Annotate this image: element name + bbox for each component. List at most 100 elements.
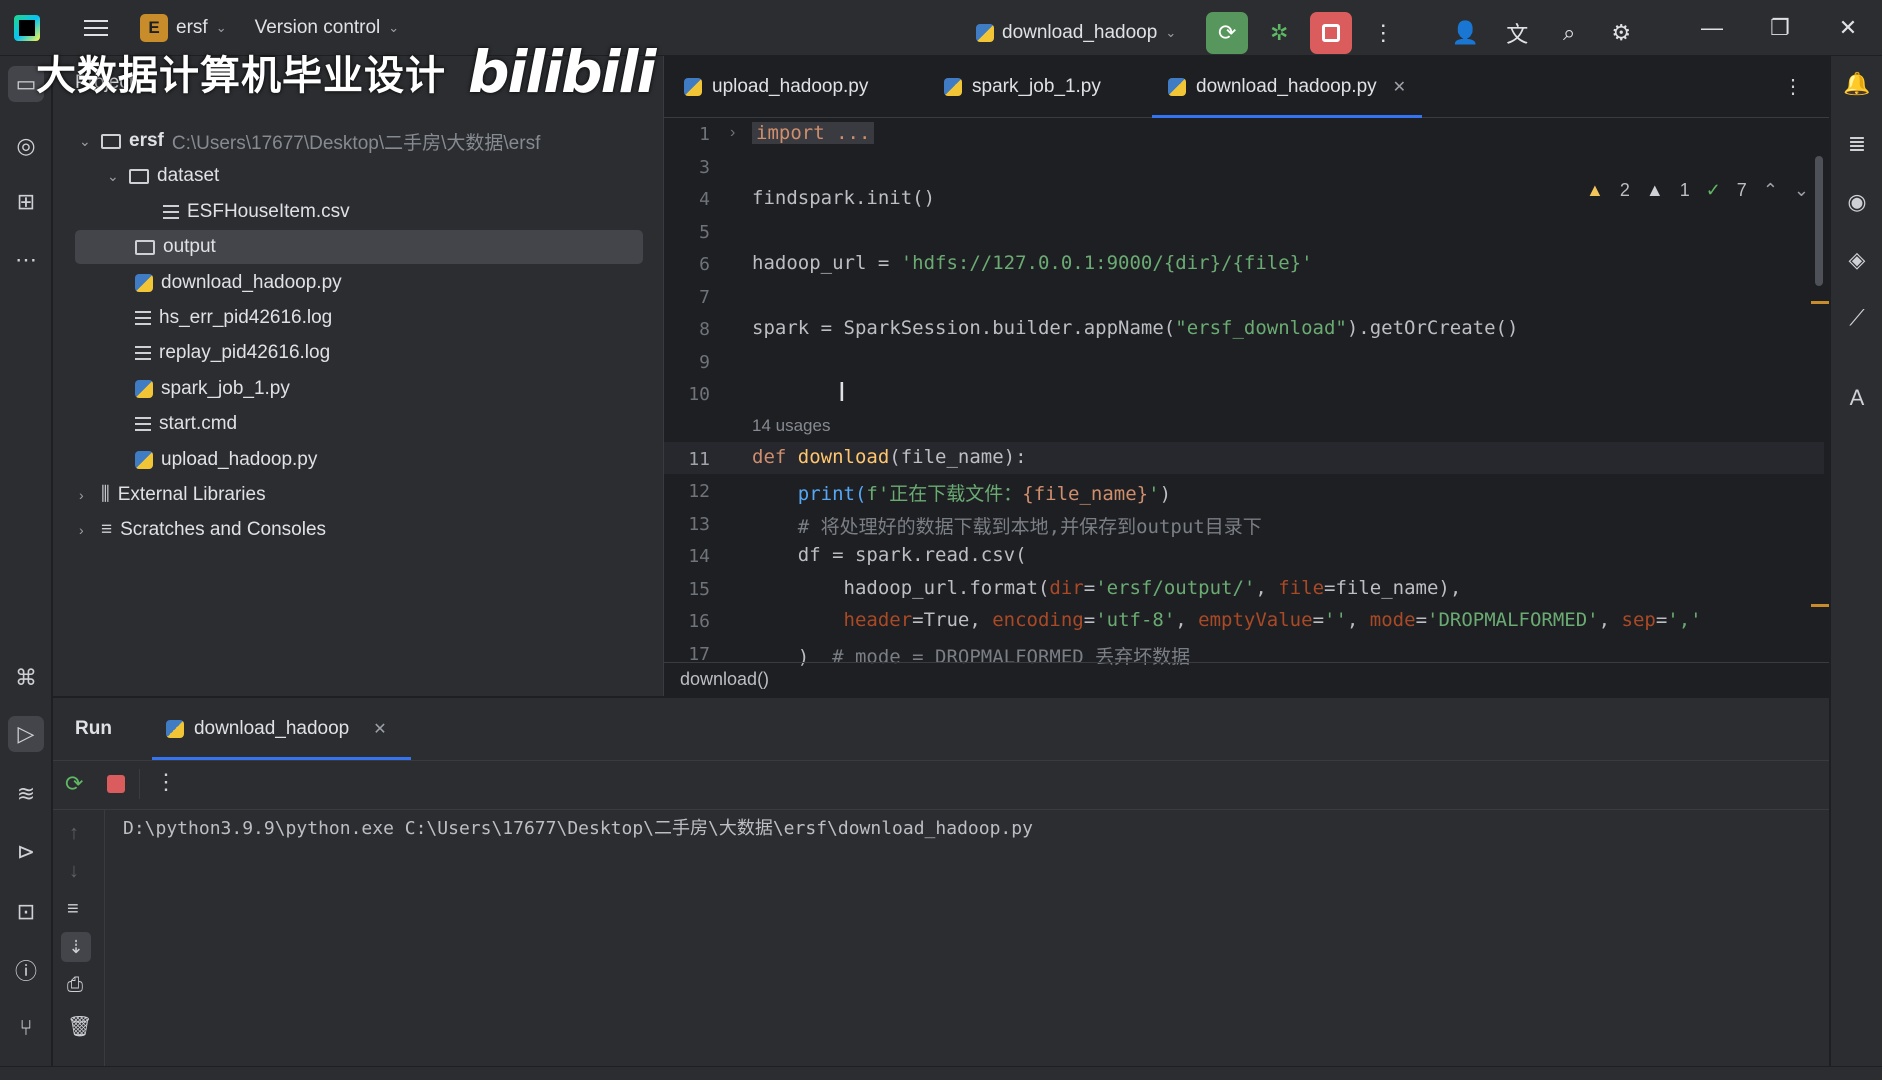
tree-item-download-hadoop[interactable]: download_hadoop.py — [135, 266, 342, 300]
tree-item-dataset[interactable]: ⌄ dataset — [107, 159, 219, 193]
python-file-icon — [1168, 78, 1186, 96]
text-file-icon — [163, 205, 179, 219]
tree-root-ersf[interactable]: ⌄ ersf C:\Users\17677\Desktop\二手房\大数据\er… — [79, 124, 540, 158]
print-icon[interactable]: ⎙ — [67, 974, 83, 997]
close-window-button[interactable]: ✕ — [1814, 0, 1882, 56]
python-packages-icon[interactable]: ⌘ — [8, 660, 44, 696]
run-title: Run — [75, 718, 112, 739]
tree-item-external-libraries[interactable]: › ⫼ External Libraries — [79, 478, 266, 512]
services-icon[interactable]: ⊳ — [8, 834, 44, 870]
main-menu-icon[interactable] — [84, 19, 108, 36]
tree-item-hs-err-log[interactable]: hs_err_pid42616.log — [135, 301, 332, 335]
tree-item-spark-job[interactable]: spark_job_1.py — [135, 372, 290, 406]
tab-spark-job[interactable]: spark_job_1.py — [944, 56, 1101, 118]
video-watermark: 大数据计算机毕业设计 bilibili — [36, 38, 656, 106]
code-line[interactable]: import ... — [752, 122, 875, 144]
code-line[interactable]: hadoop_url.format(dir='ersf/output/', fi… — [752, 577, 1462, 599]
terminal-icon[interactable]: ⊡ — [8, 894, 44, 930]
tree-item-label: External Libraries — [117, 484, 266, 505]
code-line[interactable]: findspark.init() — [752, 187, 935, 209]
tree-item-esfhouseitem-csv[interactable]: ESFHouseItem.csv — [163, 195, 350, 229]
line-number: 3 — [699, 157, 710, 178]
chevron-right-icon: › — [79, 522, 84, 538]
editor-scrollbar[interactable] — [1815, 156, 1823, 286]
code-line[interactable]: hadoop_url = 'hdfs://127.0.0.1:9000/{dir… — [752, 252, 1313, 274]
soft-wrap-icon[interactable]: ≡ — [67, 898, 79, 921]
tree-item-replay-log[interactable]: replay_pid42616.log — [135, 336, 330, 370]
watermark-text: 大数据计算机毕业设计 — [36, 54, 446, 98]
stop-icon[interactable] — [107, 775, 125, 793]
python-file-icon — [135, 274, 153, 292]
run-tab[interactable]: download_hadoop ✕ — [151, 698, 411, 760]
code-line[interactable]: # 将处理好的数据下载到本地,并保存到output目录下 — [752, 512, 1262, 539]
folder-icon — [129, 168, 149, 184]
editor-tab-bar: upload_hadoop.py spark_job_1.py download… — [664, 56, 1829, 118]
copilot-icon[interactable]: ◈ — [1839, 242, 1875, 278]
weak-warning-count: 1 — [1679, 180, 1690, 200]
rerun-icon[interactable]: ⟳ — [65, 771, 83, 797]
translate-icon[interactable]: 文 — [1496, 12, 1538, 54]
run-tool-window: Run download_hadoop ✕ ⟳ ⋮ ↑ ↓ ≡ ⇣ ⎙ 🗑 D:… — [53, 697, 1829, 1068]
fold-chevron-icon[interactable]: › — [730, 124, 735, 142]
close-tab-icon[interactable]: ✕ — [373, 719, 386, 739]
code-with-me-icon[interactable]: 👤 — [1444, 12, 1486, 54]
warning-marker[interactable] — [1811, 604, 1829, 607]
rerun-button[interactable]: ⟳ — [1206, 12, 1249, 54]
python-file-icon — [976, 24, 994, 42]
database-icon[interactable]: ≣ — [1839, 126, 1875, 162]
minimize-button[interactable]: — — [1678, 0, 1746, 56]
library-icon: ⫼ — [101, 484, 110, 505]
debug-icon[interactable]: ✲ — [1258, 12, 1300, 54]
git-icon[interactable]: ⑂ — [8, 1010, 44, 1046]
text-cursor-icon: I — [838, 378, 846, 408]
tab-label: download_hadoop.py — [1196, 76, 1377, 97]
more-options-icon[interactable]: ⋮ — [155, 769, 177, 795]
project-panel: Project ⌄ ersf C:\Users\17677\Desktop\二手… — [53, 56, 663, 696]
code-line[interactable]: def download(file_name): — [752, 446, 1027, 468]
documentation-icon[interactable]: A — [1839, 380, 1875, 416]
tab-options-icon[interactable]: ⋮ — [1783, 74, 1803, 99]
tree-item-start-cmd[interactable]: start.cmd — [135, 407, 237, 441]
restore-button[interactable]: ❐ — [1746, 0, 1814, 56]
tree-item-output[interactable]: output — [75, 230, 643, 264]
tab-upload-hadoop[interactable]: upload_hadoop.py — [684, 56, 868, 118]
warning-marker[interactable] — [1811, 301, 1829, 304]
run-tool-icon[interactable]: ▷ — [8, 716, 44, 752]
ai-assistant-icon[interactable]: ◎ — [8, 128, 44, 164]
usages-hint[interactable]: 14 usages — [752, 416, 830, 436]
console-output[interactable]: D:\python3.9.9\python.exe C:\Users\17677… — [123, 814, 1033, 840]
chevron-up-icon[interactable]: ⌃ — [1763, 180, 1778, 201]
tree-item-upload-hadoop[interactable]: upload_hadoop.py — [135, 443, 317, 477]
scroll-to-end-icon[interactable]: ⇣ — [61, 932, 91, 962]
tree-root-name: ersf — [129, 130, 164, 151]
code-line[interactable]: print(f'正在下载文件：{file_name}') — [752, 479, 1171, 506]
code-line[interactable]: spark = SparkSession.builder.appName("er… — [752, 317, 1518, 339]
problems-icon[interactable]: ⓘ — [8, 952, 44, 988]
run-config-selector[interactable]: download_hadoop ⌄ — [976, 22, 1176, 44]
inspection-widget[interactable]: ▲ 2 ▲ 1 ✓ 7 ⌃ ⌄ — [1586, 180, 1809, 201]
stop-button[interactable] — [1310, 12, 1353, 54]
more-tools-icon[interactable]: ⋯ — [8, 242, 44, 278]
text-file-icon — [135, 346, 151, 360]
ai-chat-icon[interactable]: ◉ — [1839, 184, 1875, 220]
code-line[interactable]: df = spark.read.csv( — [752, 544, 1027, 566]
more-actions-icon[interactable]: ⋮ — [1362, 12, 1404, 54]
scroll-down-icon[interactable]: ↓ — [69, 860, 79, 883]
layers-icon[interactable]: ≋ — [8, 776, 44, 812]
code-line[interactable]: header=True, encoding='utf-8', emptyValu… — [752, 609, 1702, 631]
sciview-icon[interactable]: ⟋ — [1839, 300, 1875, 336]
breadcrumb-item[interactable]: download() — [680, 669, 769, 690]
trash-icon[interactable]: 🗑 — [67, 1014, 92, 1039]
ok-count: 7 — [1736, 180, 1747, 200]
tree-item-scratches[interactable]: › ≡ Scratches and Consoles — [79, 513, 326, 547]
structure-icon[interactable]: ⊞ — [8, 184, 44, 220]
search-icon[interactable]: ⌕ — [1548, 12, 1590, 54]
python-file-icon — [165, 720, 184, 738]
vcs-widget[interactable]: Version control ⌄ — [255, 17, 400, 39]
settings-gear-icon[interactable]: ⚙ — [1600, 12, 1642, 54]
scroll-up-icon[interactable]: ↑ — [69, 822, 79, 845]
close-tab-icon[interactable]: ✕ — [1393, 77, 1406, 97]
chevron-down-icon[interactable]: ⌄ — [1794, 180, 1809, 201]
tab-download-hadoop[interactable]: download_hadoop.py ✕ — [1152, 56, 1423, 118]
notifications-icon[interactable]: 🔔 — [1839, 66, 1875, 102]
